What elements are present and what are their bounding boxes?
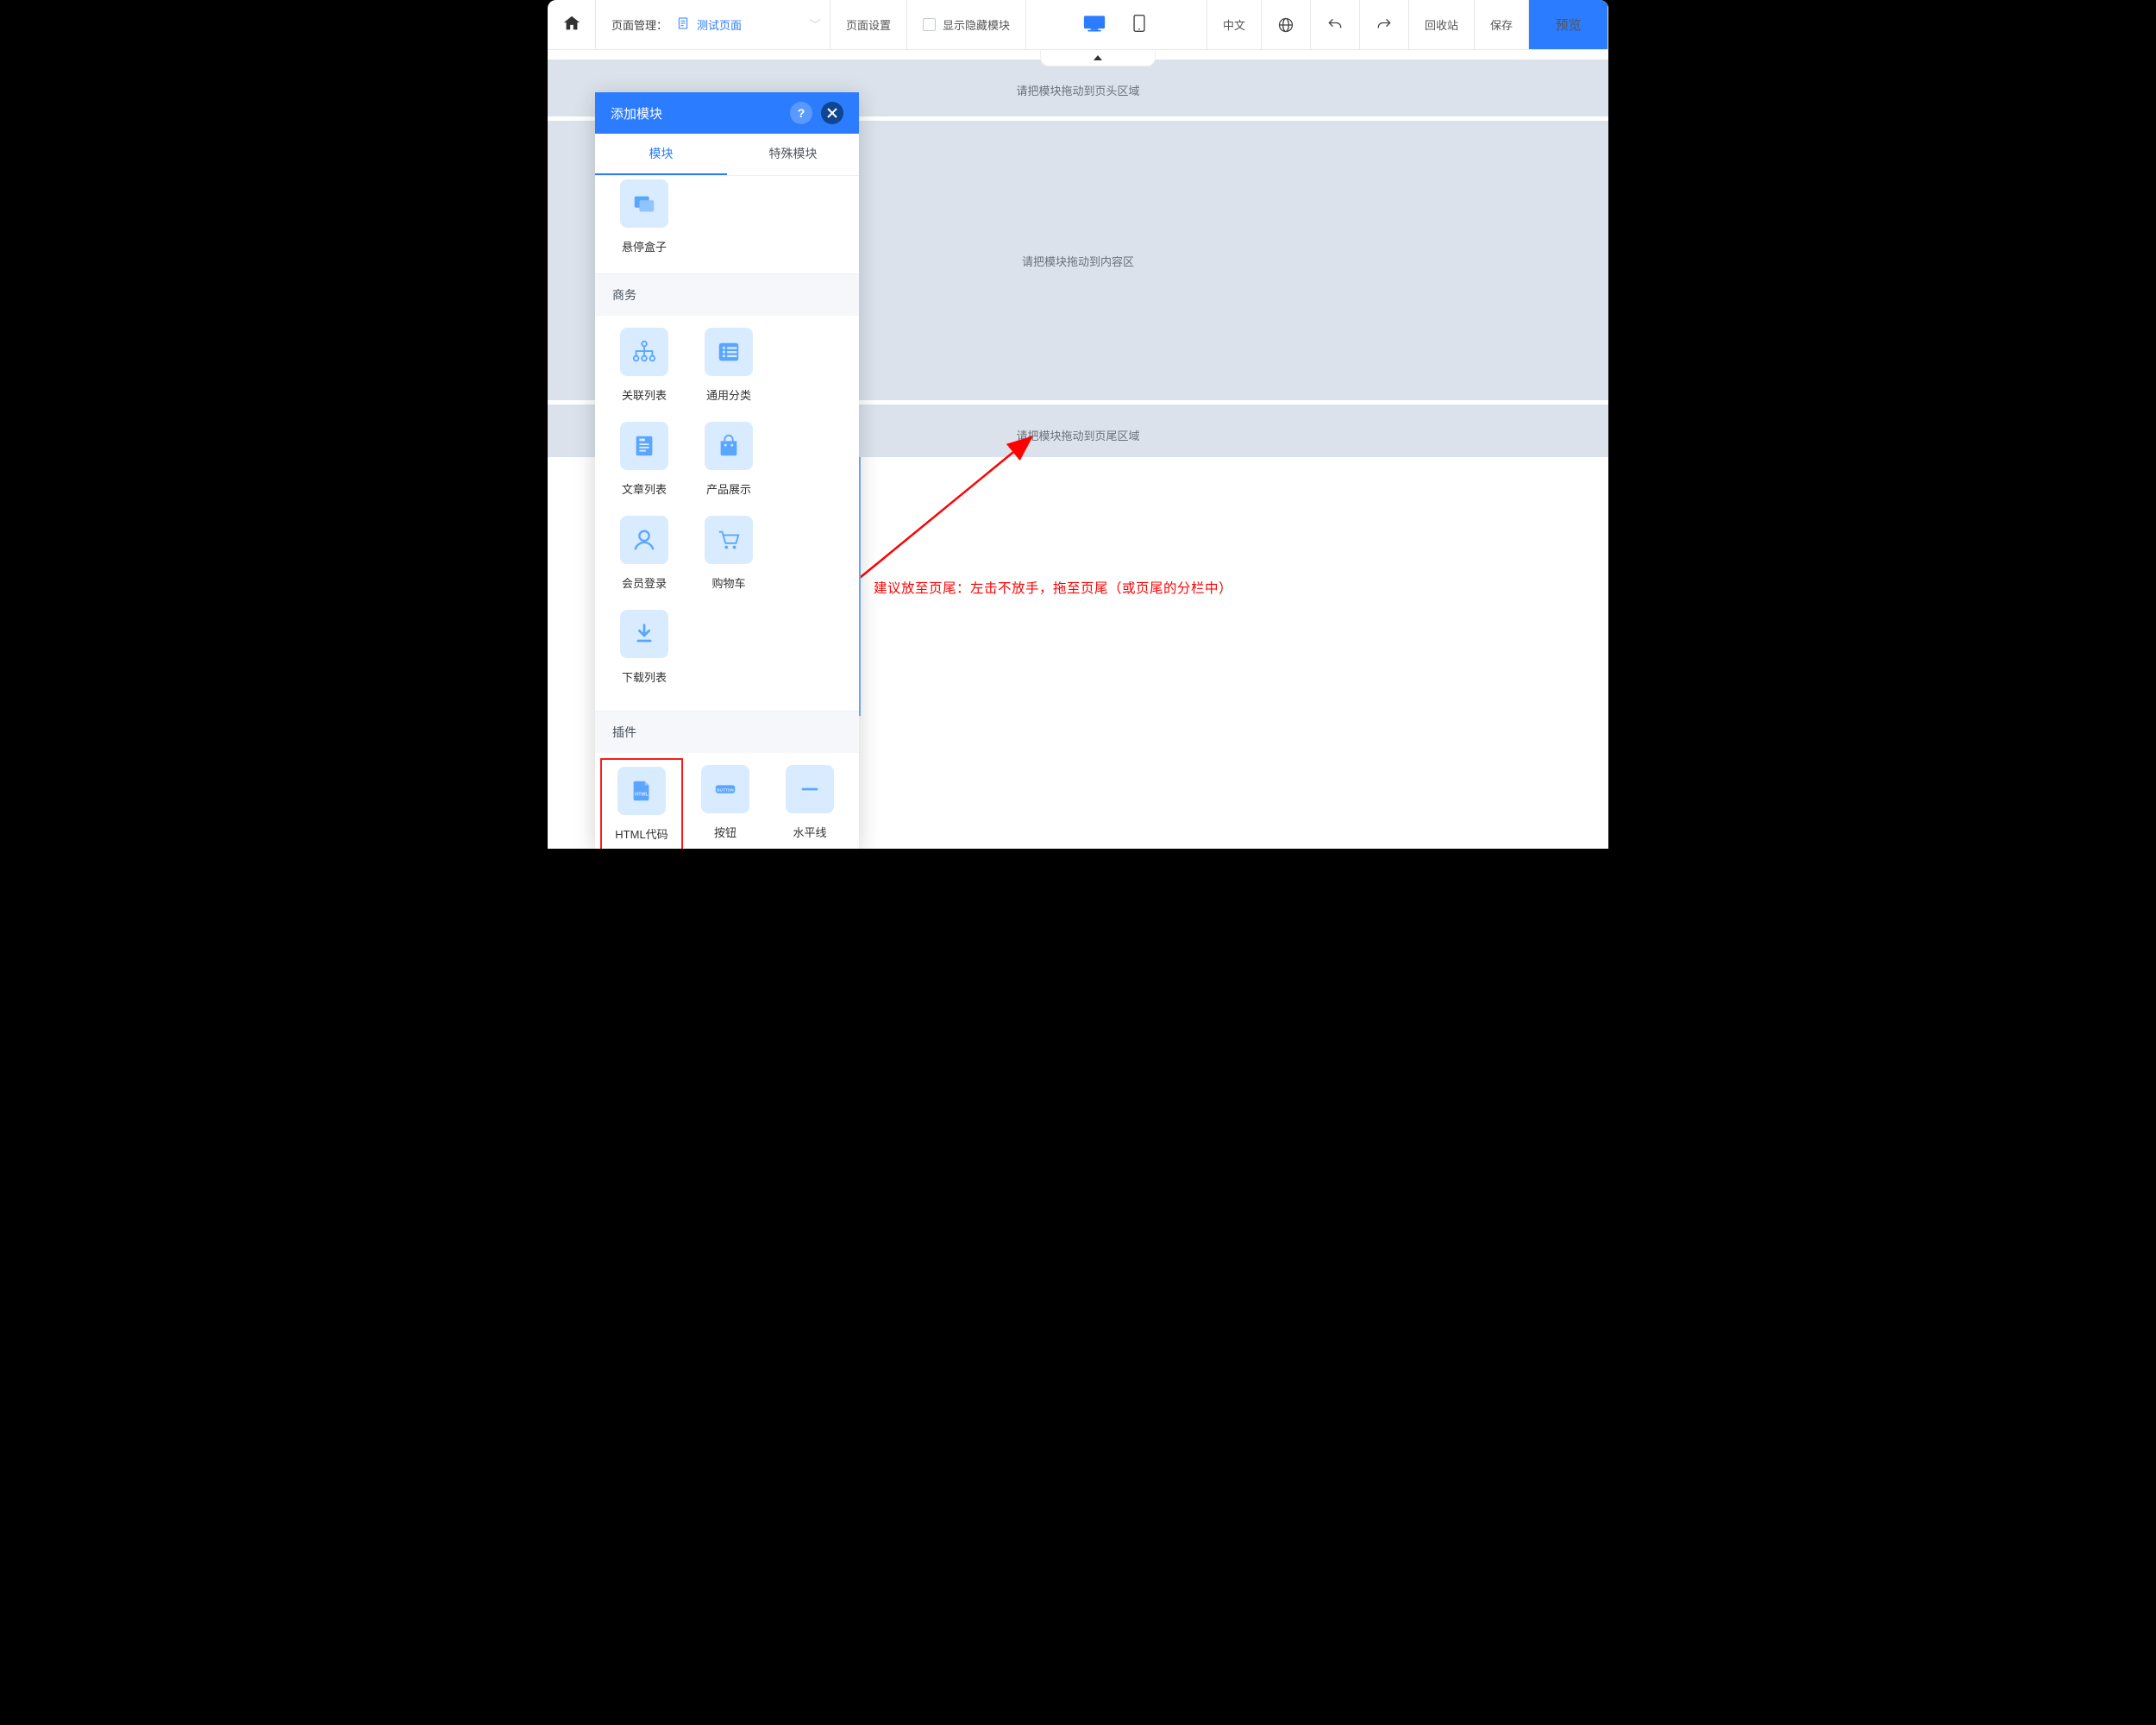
panel-title: 添加模块 (611, 104, 781, 122)
show-hidden-label: 显示隐藏模块 (943, 16, 1010, 33)
module-label: 下载列表 (622, 668, 667, 685)
recycle-label: 回收站 (1425, 16, 1458, 33)
module-html-code[interactable]: HTML HTML代码 (600, 758, 683, 849)
section-business: 商务 (595, 273, 859, 316)
module-hr[interactable]: 水平线 (768, 765, 852, 844)
cart-icon (705, 516, 753, 564)
module-label: 产品展示 (706, 480, 751, 497)
desktop-icon (1083, 14, 1106, 33)
button-icon: BUTTON (701, 765, 749, 813)
module-article-list[interactable]: 文章列表 (602, 422, 686, 497)
module-label: 通用分类 (706, 386, 751, 403)
language-label: 中文 (1223, 16, 1245, 33)
show-hidden-toggle[interactable]: 显示隐藏模块 (907, 0, 1026, 49)
module-label: 文章列表 (622, 480, 667, 497)
bag-icon (705, 422, 753, 470)
page-settings-button[interactable]: 页面设置 (830, 0, 907, 49)
top-toolbar: 页面管理： 测试页面 ﹀ 页面设置 显示隐藏模块 (548, 0, 1608, 50)
module-cart[interactable]: 购物车 (686, 516, 771, 591)
page-management[interactable]: 页面管理： 测试页面 ﹀ (596, 0, 830, 49)
close-icon (827, 108, 837, 118)
globe-button[interactable] (1262, 0, 1311, 49)
module-login[interactable]: 会员登录 (602, 516, 686, 591)
drop-content-label: 请把模块拖动到内容区 (1022, 253, 1134, 269)
html-file-icon: HTML (617, 767, 666, 815)
download-icon (620, 610, 668, 658)
list-icon (705, 328, 753, 376)
home-icon (562, 14, 581, 35)
save-button[interactable]: 保存 (1475, 0, 1529, 49)
page-settings-label: 页面设置 (846, 16, 891, 33)
preview-button[interactable]: 预览 (1529, 0, 1608, 49)
app-window: 页面管理： 测试页面 ﹀ 页面设置 显示隐藏模块 (548, 0, 1608, 849)
section-plugins: 插件 (595, 711, 859, 753)
redo-button[interactable] (1360, 0, 1409, 49)
svg-text:HTML: HTML (635, 793, 649, 798)
module-label: 水平线 (793, 824, 826, 840)
panel-header: 添加模块 ? (595, 92, 859, 134)
module-label: 悬停盒子 (622, 238, 667, 254)
annotation-text: 建议放至页尾：左击不放手，拖至页尾（或页尾的分栏中） (874, 578, 1232, 597)
section-handle[interactable] (1040, 50, 1156, 66)
add-module-panel: 添加模块 ? 模块 特殊模块 悬停盒子 商务 (595, 92, 859, 849)
module-label: 关联列表 (622, 386, 667, 403)
close-button[interactable] (821, 102, 843, 124)
module-button[interactable]: BUTTON 按钮 (683, 765, 768, 844)
module-label: HTML代码 (615, 825, 667, 842)
module-download[interactable]: 下载列表 (602, 610, 686, 685)
tab-modules[interactable]: 模块 (595, 134, 727, 175)
drop-footer-label: 请把模块拖动到页尾区域 (1016, 427, 1139, 443)
undo-icon (1326, 16, 1344, 34)
article-icon (620, 422, 668, 470)
module-label: 会员登录 (622, 574, 667, 591)
page-select[interactable]: 测试页面 ﹀ (676, 16, 821, 34)
mobile-icon (1128, 14, 1150, 33)
home-button[interactable] (548, 0, 596, 49)
checkbox-icon (923, 18, 936, 31)
tab-special-modules[interactable]: 特殊模块 (727, 134, 859, 175)
tree-icon (620, 328, 668, 376)
panel-tabs: 模块 特殊模块 (595, 134, 859, 176)
undo-button[interactable] (1311, 0, 1360, 49)
module-product[interactable]: 产品展示 (686, 422, 771, 497)
redo-icon (1376, 16, 1393, 34)
hoverbox-icon (620, 179, 668, 228)
desktop-preview-button[interactable] (1083, 14, 1106, 35)
drop-header-label: 请把模块拖动到页头区域 (1016, 82, 1139, 98)
svg-text:BUTTON: BUTTON (717, 787, 734, 792)
recycle-bin-button[interactable]: 回收站 (1409, 0, 1475, 49)
mobile-preview-button[interactable] (1128, 14, 1150, 35)
page-mgmt-label: 页面管理： (611, 16, 667, 33)
drag-insert-marker (859, 457, 861, 716)
panel-body[interactable]: 悬停盒子 商务 关联列表 通用分类 (595, 176, 859, 849)
help-button[interactable]: ? (790, 102, 812, 124)
module-category[interactable]: 通用分类 (686, 328, 771, 403)
module-label: 按钮 (714, 824, 736, 840)
hr-icon (786, 765, 834, 813)
user-icon (620, 516, 668, 564)
chevron-down-icon: ﹀ (809, 16, 821, 34)
save-label: 保存 (1490, 16, 1513, 33)
module-label: 购物车 (711, 574, 745, 591)
page-select-value: 测试页面 (697, 16, 742, 33)
preview-label: 预览 (1555, 16, 1581, 34)
device-preview-group (1026, 0, 1207, 49)
document-icon (676, 16, 690, 33)
module-related-list[interactable]: 关联列表 (602, 328, 686, 403)
language-button[interactable]: 中文 (1207, 0, 1262, 49)
module-hoverbox[interactable]: 悬停盒子 (602, 179, 686, 254)
globe-icon (1277, 16, 1294, 34)
